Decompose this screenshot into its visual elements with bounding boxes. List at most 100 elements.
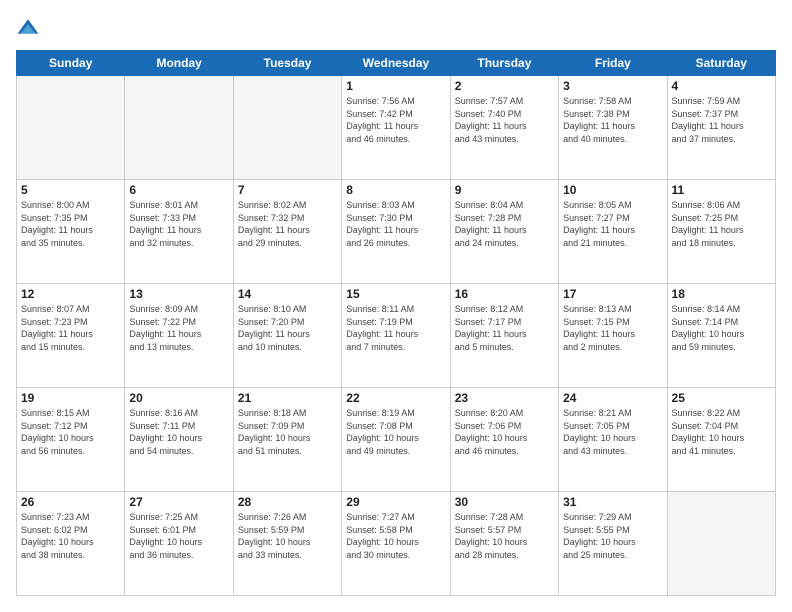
calendar-cell: 26Sunrise: 7:23 AM Sunset: 6:02 PM Dayli… <box>17 492 125 596</box>
day-number: 2 <box>455 79 554 93</box>
day-number: 3 <box>563 79 662 93</box>
day-info: Sunrise: 8:22 AM Sunset: 7:04 PM Dayligh… <box>672 407 771 457</box>
day-number: 11 <box>672 183 771 197</box>
day-number: 18 <box>672 287 771 301</box>
day-header-friday: Friday <box>559 51 667 76</box>
day-info: Sunrise: 8:14 AM Sunset: 7:14 PM Dayligh… <box>672 303 771 353</box>
calendar-cell: 10 Sunrise: 8:05 AM Sunset: 7:27 PM Dayli… <box>559 180 667 284</box>
calendar-cell <box>233 76 341 180</box>
day-number: 12 <box>21 287 120 301</box>
calendar-cell: 13 Sunrise: 8:09 AM Sunset: 7:22 PM Dayli… <box>125 284 233 388</box>
day-number: 1 <box>346 79 445 93</box>
day-info: Sunrise: 8:07 AM Sunset: 7:23 PM Dayligh… <box>21 303 120 353</box>
calendar-cell: 23 Sunrise: 8:20 AM Sunset: 7:06 PM Dayli… <box>450 388 558 492</box>
page: SundayMondayTuesdayWednesdayThursdayFrid… <box>0 0 792 612</box>
calendar-week-4: 26Sunrise: 7:23 AM Sunset: 6:02 PM Dayli… <box>17 492 776 596</box>
day-info: Sunrise: 8:21 AM Sunset: 7:05 PM Dayligh… <box>563 407 662 457</box>
day-info: Sunrise: 8:04 AM Sunset: 7:28 PM Dayligh… <box>455 199 554 249</box>
day-info: Sunrise: 8:06 AM Sunset: 7:25 PM Dayligh… <box>672 199 771 249</box>
calendar-cell: 12 Sunrise: 8:07 AM Sunset: 7:23 PM Dayli… <box>17 284 125 388</box>
calendar-cell: 1Sunrise: 7:56 AM Sunset: 7:42 PM Daylig… <box>342 76 450 180</box>
day-header-saturday: Saturday <box>667 51 775 76</box>
calendar-cell: 29 Sunrise: 7:27 AM Sunset: 5:58 PM Dayli… <box>342 492 450 596</box>
calendar-cell: 9Sunrise: 8:04 AM Sunset: 7:28 PM Daylig… <box>450 180 558 284</box>
calendar-body: 1Sunrise: 7:56 AM Sunset: 7:42 PM Daylig… <box>17 76 776 596</box>
calendar-week-1: 5Sunrise: 8:00 AM Sunset: 7:35 PM Daylig… <box>17 180 776 284</box>
day-number: 13 <box>129 287 228 301</box>
day-number: 25 <box>672 391 771 405</box>
calendar-cell: 11 Sunrise: 8:06 AM Sunset: 7:25 PM Dayli… <box>667 180 775 284</box>
days-row: SundayMondayTuesdayWednesdayThursdayFrid… <box>17 51 776 76</box>
day-number: 31 <box>563 495 662 509</box>
day-info: Sunrise: 8:05 AM Sunset: 7:27 PM Dayligh… <box>563 199 662 249</box>
calendar-cell: 31 Sunrise: 7:29 AM Sunset: 5:55 PM Dayli… <box>559 492 667 596</box>
day-number: 4 <box>672 79 771 93</box>
day-number: 20 <box>129 391 228 405</box>
day-info: Sunrise: 8:10 AM Sunset: 7:20 PM Dayligh… <box>238 303 337 353</box>
day-number: 21 <box>238 391 337 405</box>
day-info: Sunrise: 7:23 AM Sunset: 6:02 PM Dayligh… <box>21 511 120 561</box>
calendar-cell <box>17 76 125 180</box>
day-number: 19 <box>21 391 120 405</box>
day-header-monday: Monday <box>125 51 233 76</box>
day-number: 22 <box>346 391 445 405</box>
day-number: 27 <box>129 495 228 509</box>
calendar-cell: 15Sunrise: 8:11 AM Sunset: 7:19 PM Dayli… <box>342 284 450 388</box>
calendar-header: SundayMondayTuesdayWednesdayThursdayFrid… <box>17 51 776 76</box>
day-number: 17 <box>563 287 662 301</box>
day-info: Sunrise: 8:11 AM Sunset: 7:19 PM Dayligh… <box>346 303 445 353</box>
day-info: Sunrise: 8:12 AM Sunset: 7:17 PM Dayligh… <box>455 303 554 353</box>
calendar-cell: 22 Sunrise: 8:19 AM Sunset: 7:08 PM Dayli… <box>342 388 450 492</box>
calendar-cell <box>667 492 775 596</box>
calendar-week-2: 12 Sunrise: 8:07 AM Sunset: 7:23 PM Dayli… <box>17 284 776 388</box>
day-info: Sunrise: 8:09 AM Sunset: 7:22 PM Dayligh… <box>129 303 228 353</box>
calendar-cell: 19 Sunrise: 8:15 AM Sunset: 7:12 PM Dayli… <box>17 388 125 492</box>
day-header-sunday: Sunday <box>17 51 125 76</box>
calendar-cell: 27 Sunrise: 7:25 AM Sunset: 6:01 PM Dayli… <box>125 492 233 596</box>
day-header-tuesday: Tuesday <box>233 51 341 76</box>
calendar-cell: 3 Sunrise: 7:58 AM Sunset: 7:38 PM Daylig… <box>559 76 667 180</box>
calendar-cell: 5Sunrise: 8:00 AM Sunset: 7:35 PM Daylig… <box>17 180 125 284</box>
day-info: Sunrise: 8:03 AM Sunset: 7:30 PM Dayligh… <box>346 199 445 249</box>
day-info: Sunrise: 8:19 AM Sunset: 7:08 PM Dayligh… <box>346 407 445 457</box>
day-number: 8 <box>346 183 445 197</box>
day-header-wednesday: Wednesday <box>342 51 450 76</box>
day-info: Sunrise: 7:57 AM Sunset: 7:40 PM Dayligh… <box>455 95 554 145</box>
calendar-cell: 4Sunrise: 7:59 AM Sunset: 7:37 PM Daylig… <box>667 76 775 180</box>
day-number: 29 <box>346 495 445 509</box>
logo-icon <box>16 16 40 40</box>
day-number: 6 <box>129 183 228 197</box>
day-number: 14 <box>238 287 337 301</box>
day-header-thursday: Thursday <box>450 51 558 76</box>
day-info: Sunrise: 8:15 AM Sunset: 7:12 PM Dayligh… <box>21 407 120 457</box>
logo <box>16 16 44 40</box>
day-info: Sunrise: 7:27 AM Sunset: 5:58 PM Dayligh… <box>346 511 445 561</box>
calendar-cell: 16 Sunrise: 8:12 AM Sunset: 7:17 PM Dayli… <box>450 284 558 388</box>
day-number: 28 <box>238 495 337 509</box>
day-info: Sunrise: 7:25 AM Sunset: 6:01 PM Dayligh… <box>129 511 228 561</box>
header <box>16 16 776 40</box>
calendar-cell: 17Sunrise: 8:13 AM Sunset: 7:15 PM Dayli… <box>559 284 667 388</box>
day-number: 7 <box>238 183 337 197</box>
calendar-cell: 28Sunrise: 7:26 AM Sunset: 5:59 PM Dayli… <box>233 492 341 596</box>
calendar-cell: 24Sunrise: 8:21 AM Sunset: 7:05 PM Dayli… <box>559 388 667 492</box>
day-info: Sunrise: 8:20 AM Sunset: 7:06 PM Dayligh… <box>455 407 554 457</box>
day-info: Sunrise: 8:02 AM Sunset: 7:32 PM Dayligh… <box>238 199 337 249</box>
calendar-cell: 14 Sunrise: 8:10 AM Sunset: 7:20 PM Dayli… <box>233 284 341 388</box>
calendar-cell: 25 Sunrise: 8:22 AM Sunset: 7:04 PM Dayli… <box>667 388 775 492</box>
day-number: 16 <box>455 287 554 301</box>
calendar-cell: 2 Sunrise: 7:57 AM Sunset: 7:40 PM Daylig… <box>450 76 558 180</box>
calendar-cell: 30 Sunrise: 7:28 AM Sunset: 5:57 PM Dayli… <box>450 492 558 596</box>
calendar-cell: 8 Sunrise: 8:03 AM Sunset: 7:30 PM Daylig… <box>342 180 450 284</box>
day-number: 10 <box>563 183 662 197</box>
day-info: Sunrise: 8:18 AM Sunset: 7:09 PM Dayligh… <box>238 407 337 457</box>
day-number: 30 <box>455 495 554 509</box>
day-info: Sunrise: 7:58 AM Sunset: 7:38 PM Dayligh… <box>563 95 662 145</box>
calendar-week-3: 19 Sunrise: 8:15 AM Sunset: 7:12 PM Dayli… <box>17 388 776 492</box>
day-info: Sunrise: 7:28 AM Sunset: 5:57 PM Dayligh… <box>455 511 554 561</box>
day-number: 23 <box>455 391 554 405</box>
calendar-cell: 21 Sunrise: 8:18 AM Sunset: 7:09 PM Dayli… <box>233 388 341 492</box>
day-info: Sunrise: 7:29 AM Sunset: 5:55 PM Dayligh… <box>563 511 662 561</box>
calendar-cell: 7 Sunrise: 8:02 AM Sunset: 7:32 PM Daylig… <box>233 180 341 284</box>
day-number: 5 <box>21 183 120 197</box>
